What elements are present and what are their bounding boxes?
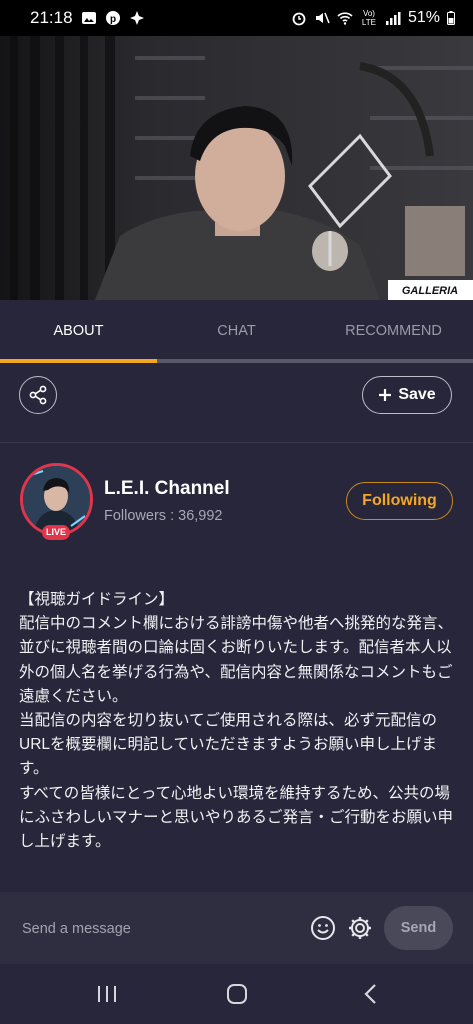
avatar-image [23,466,90,533]
clock: 21:18 [30,8,73,27]
signal-icon [385,12,401,25]
share-button[interactable] [19,376,57,414]
channel-info: LIVE L.E.I. Channel Followers : 36,992 F… [0,443,473,553]
channel-name[interactable]: L.E.I. Channel [104,478,230,500]
back-button[interactable] [356,980,386,1008]
follower-count: Followers : 36,992 [104,508,223,524]
tab-recommend[interactable]: RECOMMEND [315,300,472,362]
pinterest-icon: p [105,11,120,25]
recent-apps-button[interactable] [92,980,122,1008]
description-heading: 【視聴ガイドライン】 [19,591,175,608]
send-button[interactable]: Send [384,906,453,950]
save-label: Save [398,386,436,403]
emoji-icon[interactable] [310,915,336,941]
live-badge: LIVE [42,525,70,540]
pinwheel-icon [129,11,144,25]
status-bar: 21:18 p Vo) LTE 51% [0,0,473,36]
alarm-icon [292,12,306,26]
save-button[interactable]: Save [362,376,452,414]
video-frame: GALLERIA [0,36,473,300]
message-composer: Send [0,892,473,964]
home-button[interactable] [222,980,252,1008]
tab-chat[interactable]: CHAT [158,300,315,362]
network-type: Vo) LTE [361,9,376,27]
gear-icon[interactable] [347,915,373,941]
message-input[interactable] [20,908,294,950]
description-paragraph: 配信中のコメント欄における誹謗中傷や他者へ挑発的な発言、並びに視聴者間の口論は固… [19,615,454,705]
battery-icon [447,11,455,25]
svg-text:p: p [110,14,116,25]
video-player[interactable]: GALLERIA [0,36,473,300]
tab-bar: ABOUT CHAT RECOMMEND [0,300,473,363]
mute-icon [315,12,330,24]
description-paragraph: すべての皆様にとって心地よい環境を維持するため、公共の場にふさわしいマナーと思い… [19,784,454,851]
channel-description: 【視聴ガイドライン】 配信中のコメント欄における誹謗中傷や他者へ挑発的な発言、並… [19,588,459,854]
actions-row: Save [0,362,473,443]
share-icon [29,385,47,405]
recent-apps-icon [98,986,116,1002]
following-button[interactable]: Following [346,482,453,520]
system-nav-bar [0,964,473,1024]
galleria-logo: GALLERIA [402,285,458,297]
description-paragraph: 当配信の内容を切り抜いてご使用される際は、必ず元配信のURLを概要欄に明記してい… [19,712,438,778]
plus-icon [379,389,392,401]
battery-percent: 51% [407,9,440,26]
home-icon [227,984,247,1004]
wifi-icon [337,12,353,25]
back-icon [364,984,376,1004]
tab-about[interactable]: ABOUT [0,300,157,362]
gallery-icon [81,12,96,24]
